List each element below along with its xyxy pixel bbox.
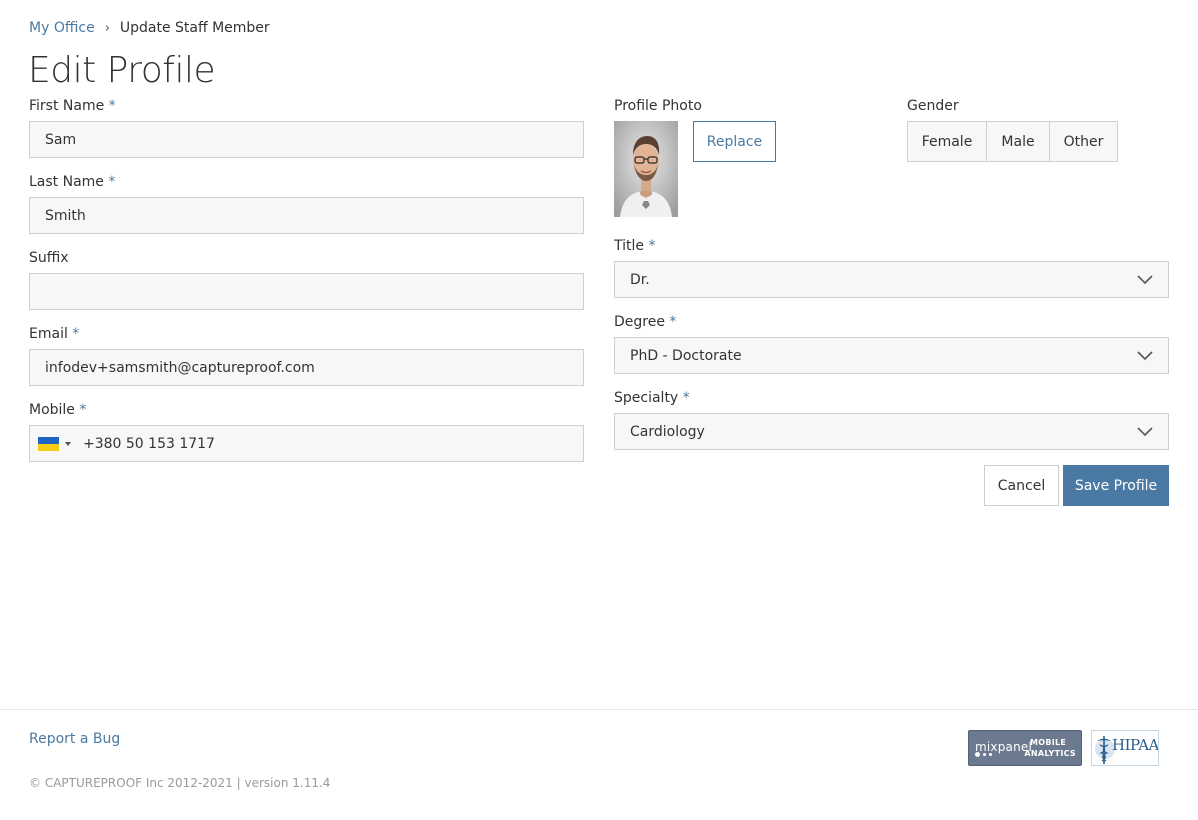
hipaa-badge[interactable]: HIPAA: [1091, 730, 1159, 766]
specialty-value: Cardiology: [630, 423, 705, 440]
mobile-label-text: Mobile: [29, 402, 75, 418]
chevron-down-icon: [1137, 274, 1153, 284]
report-bug-link[interactable]: Report a Bug: [29, 731, 120, 747]
first-name-label-text: First Name: [29, 98, 105, 114]
copyright-text: © CAPTUREPROOF Inc 2012-2021 | version 1…: [29, 776, 331, 790]
first-name-label: First Name *: [29, 98, 116, 114]
country-code-dropdown[interactable]: [38, 436, 71, 451]
gender-option-male[interactable]: Male: [987, 122, 1050, 161]
last-name-label-text: Last Name: [29, 174, 104, 190]
chevron-down-icon: [1137, 426, 1153, 436]
gender-label-text: Gender: [907, 98, 959, 114]
caret-down-icon: [65, 441, 71, 446]
suffix-label-text: Suffix: [29, 250, 69, 266]
suffix-input[interactable]: [29, 273, 584, 310]
profile-photo: [614, 121, 678, 217]
chevron-down-icon: [1137, 350, 1153, 360]
footer-divider: [0, 709, 1198, 710]
required-mark: *: [682, 390, 690, 406]
ukraine-flag-icon: [38, 436, 59, 451]
mobile-input[interactable]: +380 50 153 1717: [29, 425, 584, 462]
gender-option-other[interactable]: Other: [1050, 122, 1117, 161]
title-value: Dr.: [630, 271, 650, 288]
mobile-value: +380 50 153 1717: [83, 435, 215, 452]
required-mark: *: [108, 98, 116, 114]
mixpanel-line1: MOBILE: [1030, 738, 1067, 747]
title-label-text: Title: [614, 238, 645, 254]
title-select[interactable]: Dr.: [614, 261, 1169, 298]
first-name-value: Sam: [45, 131, 77, 148]
gender-toggle-group: Female Male Other: [907, 121, 1118, 162]
breadcrumb-current: Update Staff Member: [119, 20, 270, 36]
mixpanel-line2: ANALYTICS: [1024, 749, 1076, 758]
email-input[interactable]: infodev+samsmith@captureproof.com: [29, 349, 584, 386]
page-title: Edit Profile: [28, 50, 216, 91]
required-mark: *: [669, 314, 677, 330]
required-mark: *: [648, 238, 656, 254]
email-value: infodev+samsmith@captureproof.com: [45, 359, 315, 376]
breadcrumb-separator: ›: [104, 20, 110, 36]
last-name-input[interactable]: Smith: [29, 197, 584, 234]
first-name-input[interactable]: Sam: [29, 121, 584, 158]
gender-option-female[interactable]: Female: [908, 122, 987, 161]
profile-photo-image: [614, 121, 678, 217]
hipaa-logo-text: HIPAA: [1112, 736, 1159, 754]
specialty-label: Specialty *: [614, 390, 690, 406]
breadcrumb: My Office › Update Staff Member: [29, 20, 270, 36]
email-label-text: Email: [29, 326, 68, 342]
mixpanel-dots-icon: [975, 752, 992, 757]
save-profile-button[interactable]: Save Profile: [1063, 465, 1169, 506]
specialty-label-text: Specialty: [614, 390, 679, 406]
title-label: Title *: [614, 238, 655, 254]
mobile-label: Mobile *: [29, 402, 86, 418]
profile-photo-label-text: Profile Photo: [614, 98, 702, 114]
cancel-button[interactable]: Cancel: [984, 465, 1059, 506]
specialty-select[interactable]: Cardiology: [614, 413, 1169, 450]
profile-photo-label: Profile Photo: [614, 98, 702, 114]
last-name-label: Last Name *: [29, 174, 115, 190]
degree-label: Degree *: [614, 314, 676, 330]
required-mark: *: [79, 402, 87, 418]
mixpanel-badge[interactable]: mixpanel MOBILE ANALYTICS: [968, 730, 1082, 766]
degree-label-text: Degree: [614, 314, 665, 330]
degree-select[interactable]: PhD - Doctorate: [614, 337, 1169, 374]
last-name-value: Smith: [45, 207, 86, 224]
required-mark: *: [72, 326, 80, 342]
email-label: Email *: [29, 326, 79, 342]
suffix-label: Suffix: [29, 250, 69, 266]
degree-value: PhD - Doctorate: [630, 347, 742, 364]
required-mark: *: [108, 174, 116, 190]
breadcrumb-my-office-link[interactable]: My Office: [29, 20, 95, 36]
replace-photo-button[interactable]: Replace: [693, 121, 776, 162]
gender-label: Gender: [907, 98, 959, 114]
